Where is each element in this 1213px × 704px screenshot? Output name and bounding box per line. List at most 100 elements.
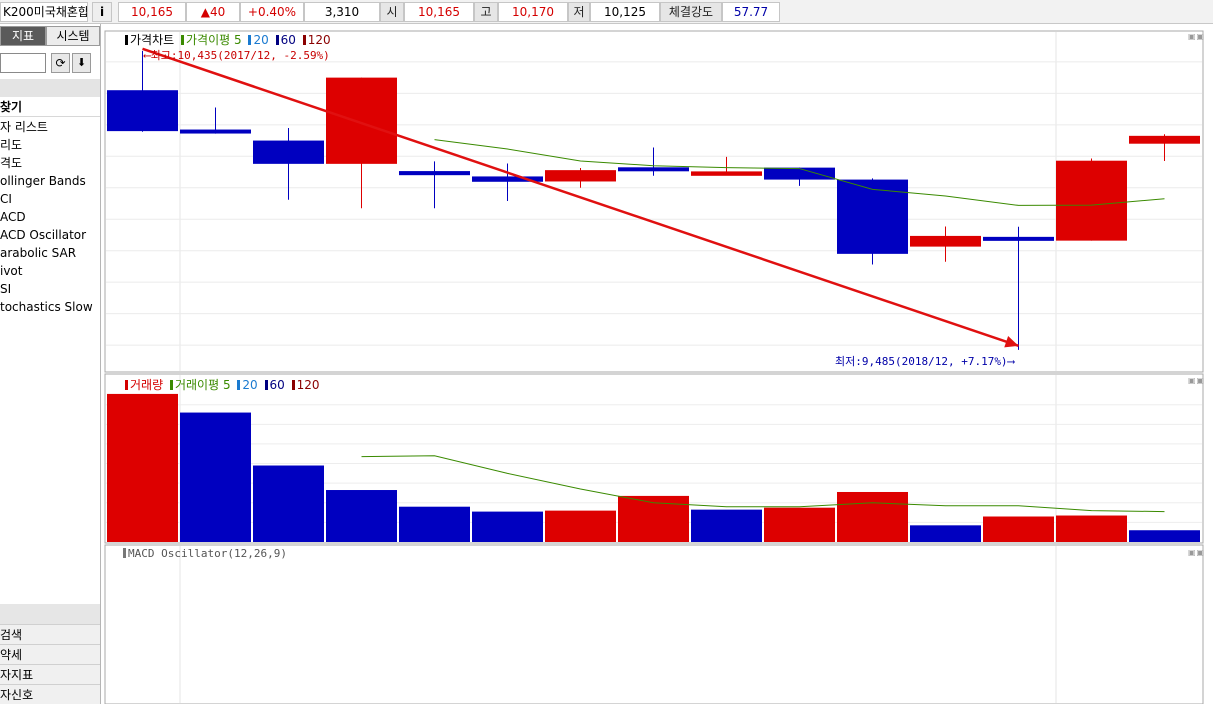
volume-bar xyxy=(326,490,397,542)
open-label: 시 xyxy=(380,2,404,22)
indicator-item[interactable]: 자 리스트 xyxy=(0,118,100,136)
symbol-selector[interactable]: K200미국채혼합 xyxy=(0,2,88,22)
indicator-item[interactable]: ivot xyxy=(0,262,100,280)
indicator-item[interactable]: ollinger Bands xyxy=(0,172,100,190)
min-price-annotation: 최저:9,485(2018/12, +7.17%)⟶ xyxy=(835,353,1014,369)
legend-marker xyxy=(123,548,126,558)
volume-ma120-period: 120 xyxy=(296,378,320,392)
legend-marker xyxy=(169,380,173,390)
open-value: 10,165 xyxy=(404,2,474,22)
download-icon[interactable]: ⬇ xyxy=(72,53,91,73)
min-arrow-icon: ⟶ xyxy=(1007,355,1015,368)
bottom-menu-item[interactable]: 자신호 xyxy=(0,684,100,704)
price-ma5-period: 5 xyxy=(234,33,242,47)
strength-label: 체결강도 xyxy=(660,2,722,22)
candle-body xyxy=(837,179,908,254)
macd-chart-title: MACD Oscillator(12,26,9) xyxy=(128,547,287,560)
indicator-item[interactable]: 리도 xyxy=(0,136,100,154)
info-button[interactable]: i xyxy=(92,2,112,22)
volume-value: 3,310 xyxy=(304,2,380,22)
price-ma60-period: 60 xyxy=(280,33,296,47)
price-ma-label: 가격이평 xyxy=(186,33,231,47)
indicator-item[interactable]: arabolic SAR xyxy=(0,244,100,262)
section-title: 찾기 xyxy=(0,97,100,117)
volume-bar xyxy=(253,465,324,542)
price-change: ▲40 xyxy=(186,2,240,22)
legend-marker xyxy=(264,380,268,390)
candle-body xyxy=(253,140,324,164)
candle-body xyxy=(545,170,616,182)
bottom-menu-item[interactable]: 검색 xyxy=(0,624,100,644)
legend-marker xyxy=(237,380,241,390)
price-ma20-period: 20 xyxy=(253,33,269,47)
price-legend: 가격차트 가격이평 5 20 60 120 xyxy=(122,31,331,48)
volume-bar xyxy=(837,491,908,542)
min-annotation-text: 최저:9,485(2018/12, +7.17%) xyxy=(835,355,1008,368)
volume-ma-label: 거래이평 xyxy=(174,378,220,392)
volume-bar xyxy=(107,393,178,542)
volume-bar xyxy=(472,511,543,542)
candle-body xyxy=(983,236,1054,241)
candle-body xyxy=(691,171,762,176)
indicator-item[interactable]: ACD xyxy=(0,208,100,226)
price-ma120-period: 120 xyxy=(307,33,331,47)
app-window: K200미국채혼합 i 10,165 ▲40 +0.40% 3,310 시 10… xyxy=(0,0,1213,704)
low-value: 10,125 xyxy=(590,2,660,22)
indicator-item[interactable]: ACD Oscillator xyxy=(0,226,100,244)
candle-body xyxy=(764,167,835,180)
indicator-item[interactable]: tochastics Slow xyxy=(0,298,100,316)
max-arrow-icon: ⟵ xyxy=(144,49,151,62)
volume-bar xyxy=(1056,515,1127,542)
candle-body xyxy=(326,77,397,164)
refresh-icon[interactable]: ⟳ xyxy=(51,53,70,73)
legend-marker xyxy=(302,35,306,45)
volume-bar xyxy=(399,506,470,542)
candle-body xyxy=(107,90,178,132)
price-pane-buttons[interactable]: ▣▣ xyxy=(1188,32,1205,41)
chart-svg[interactable] xyxy=(104,28,1213,704)
search-input[interactable] xyxy=(0,53,46,73)
indicator-item[interactable]: CI xyxy=(0,190,100,208)
volume-ma20-period: 20 xyxy=(242,378,258,392)
bottom-menu-item[interactable]: 약세 xyxy=(0,644,100,664)
max-price-annotation: ⟵최고:10,435(2017/12, -2.59%) xyxy=(144,47,330,63)
volume-bar xyxy=(910,525,981,542)
panel-divider xyxy=(0,79,100,97)
price-pane-frame xyxy=(104,30,1204,373)
candle-body xyxy=(1129,135,1200,144)
candle-body xyxy=(910,235,981,247)
indicator-panel: 지표 시스템 ⟳ ⬇ 찾기 자 리스트 리도 격도 ollinger Bands… xyxy=(0,24,101,704)
candle-body xyxy=(1056,160,1127,241)
legend-marker xyxy=(275,35,279,45)
volume-ma5-period: 5 xyxy=(222,378,231,392)
volume-ma60-period: 60 xyxy=(269,378,285,392)
current-price: 10,165 xyxy=(118,2,186,22)
panel-divider xyxy=(0,604,100,624)
candle-body xyxy=(180,129,251,134)
high-value: 10,170 xyxy=(498,2,568,22)
quote-bar: K200미국채혼합 i 10,165 ▲40 +0.40% 3,310 시 10… xyxy=(0,0,1213,24)
strength-value: 57.77 xyxy=(722,2,780,22)
indicator-item[interactable]: 격도 xyxy=(0,154,100,172)
price-chart-title: 가격차트 xyxy=(130,33,175,47)
max-annotation-text: 최고:10,435(2017/12, -2.59%) xyxy=(150,49,330,62)
indicator-item[interactable]: SI xyxy=(0,280,100,298)
legend-marker xyxy=(248,35,252,45)
volume-pane-buttons[interactable]: ▣▣ xyxy=(1188,376,1205,385)
legend-marker xyxy=(291,380,295,390)
bottom-menu-item[interactable]: 자지표 xyxy=(0,664,100,684)
low-label: 저 xyxy=(568,2,590,22)
tab-indicators[interactable]: 지표 xyxy=(0,26,46,46)
macd-legend: MACD Oscillator(12,26,9) xyxy=(120,547,287,560)
legend-marker xyxy=(125,35,128,45)
macd-pane-buttons[interactable]: ▣▣ xyxy=(1188,548,1205,557)
volume-bar xyxy=(1129,530,1200,542)
high-label: 고 xyxy=(474,2,498,22)
volume-bar xyxy=(691,509,762,542)
legend-marker xyxy=(181,35,184,45)
chart-area: 가격차트 가격이평 5 20 60 120 ▣▣ ⟵최고:10,435(2017… xyxy=(104,28,1213,704)
volume-bar xyxy=(764,507,835,542)
candle-body xyxy=(399,171,470,176)
tab-systems[interactable]: 시스템 xyxy=(46,26,100,46)
volume-legend: 거래량 거래이평 5 20 60 120 xyxy=(122,376,320,393)
